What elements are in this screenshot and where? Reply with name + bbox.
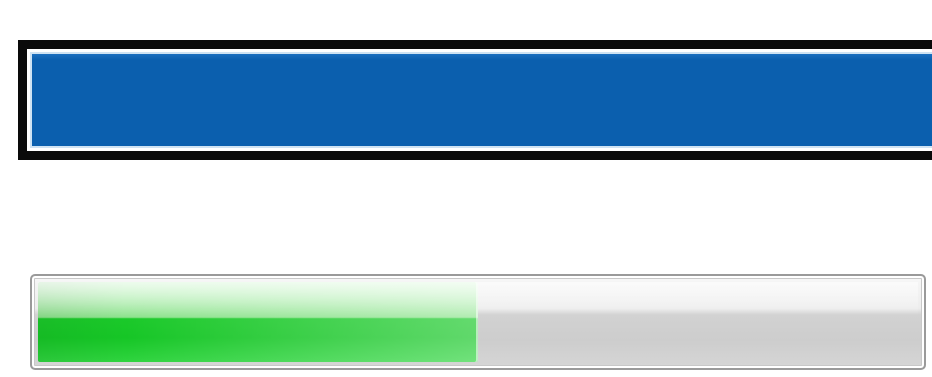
selected-bar-frame[interactable]	[18, 40, 932, 160]
canvas	[0, 0, 932, 377]
progress-bar-fill	[38, 282, 478, 362]
progress-bar	[30, 274, 926, 370]
selected-bar-fill	[30, 52, 932, 148]
